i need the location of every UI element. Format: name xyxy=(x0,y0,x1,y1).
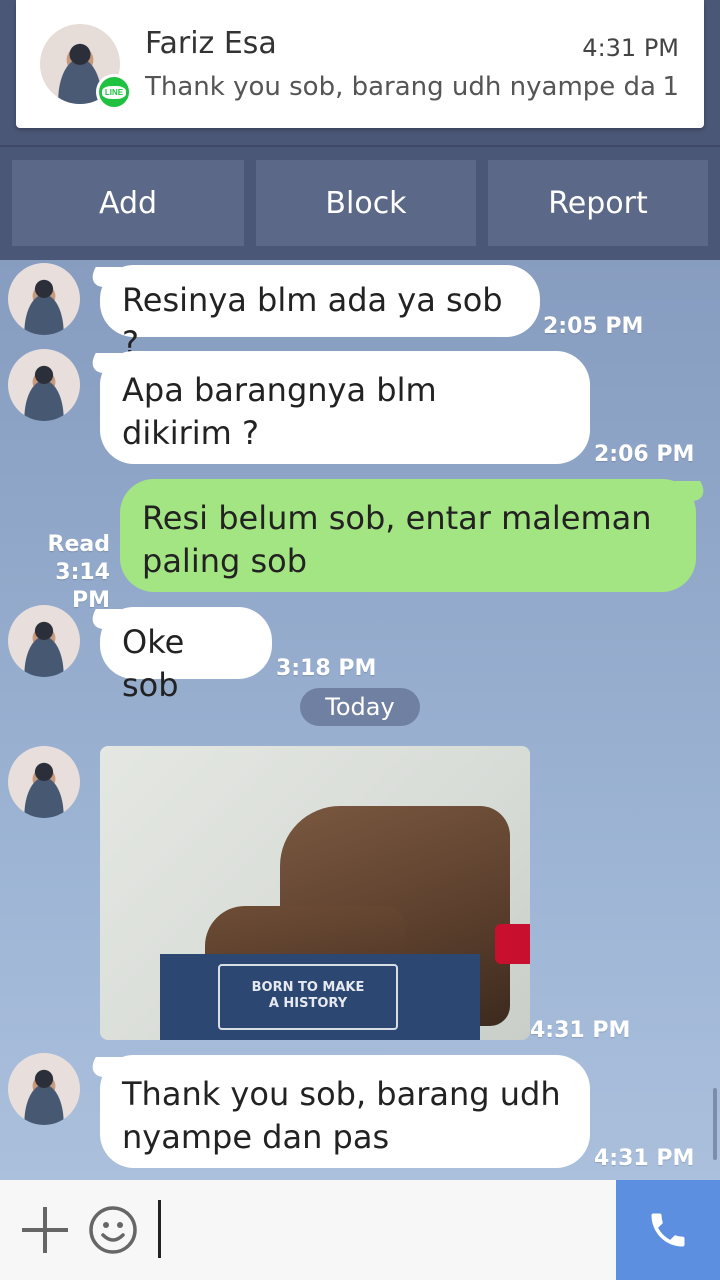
scrollbar[interactable] xyxy=(713,1088,717,1160)
emoji-icon[interactable] xyxy=(88,1205,138,1255)
message-time: 2:05 PM xyxy=(543,314,644,339)
message-bubble[interactable]: Thank you sob, barang udh nyampe dan pas xyxy=(100,1055,590,1168)
message-time: 2:06 PM xyxy=(594,442,695,467)
red-object xyxy=(495,924,530,964)
message-time: 4:31 PM xyxy=(530,1018,631,1043)
notification-count: 1 xyxy=(662,72,679,102)
add-button[interactable]: Add xyxy=(12,160,244,246)
contact-avatar[interactable] xyxy=(8,605,80,677)
image-message[interactable]: BORN TO MAKE A HISTORY xyxy=(100,746,530,1040)
contact-avatar[interactable] xyxy=(8,263,80,335)
notification-message: Thank you sob, barang udh nyampe da.. xyxy=(145,72,655,102)
line-app-icon: LINE xyxy=(96,74,132,110)
message-bubble[interactable]: Resi belum sob, entar maleman paling sob xyxy=(120,479,696,592)
contact-avatar[interactable] xyxy=(8,746,80,818)
contact-avatar[interactable] xyxy=(8,1053,80,1125)
message-bubble[interactable]: Apa barangnya blm dikirim ? xyxy=(100,351,590,464)
report-button[interactable]: Report xyxy=(488,160,708,246)
block-button[interactable]: Block xyxy=(256,160,476,246)
line-badge-label: LINE xyxy=(101,85,127,99)
notification-sender: Fariz Esa xyxy=(145,26,277,61)
message-input[interactable] xyxy=(158,1200,161,1258)
input-bar xyxy=(0,1180,720,1280)
message-time: 4:31 PM xyxy=(594,1146,695,1171)
message-bubble[interactable]: Resinya blm ada ya sob ? xyxy=(100,265,540,362)
contact-avatar[interactable] xyxy=(8,349,80,421)
read-receipt: Read 3:14 PM xyxy=(20,531,110,615)
message-time: 3:18 PM xyxy=(276,656,377,681)
read-status: Read xyxy=(47,532,110,557)
message-bubble[interactable]: Oke sob xyxy=(100,607,272,704)
plus-icon[interactable] xyxy=(22,1207,68,1253)
notification-time: 4:31 PM xyxy=(582,34,679,62)
date-separator: Today xyxy=(300,688,420,726)
call-button[interactable] xyxy=(616,1180,720,1280)
header-divider xyxy=(0,145,720,147)
notification-popup[interactable]: LINE Fariz Esa 4:31 PM Thank you sob, ba… xyxy=(16,0,704,128)
box-print: BORN TO MAKE A HISTORY xyxy=(218,964,398,1030)
phone-icon xyxy=(651,1213,685,1247)
